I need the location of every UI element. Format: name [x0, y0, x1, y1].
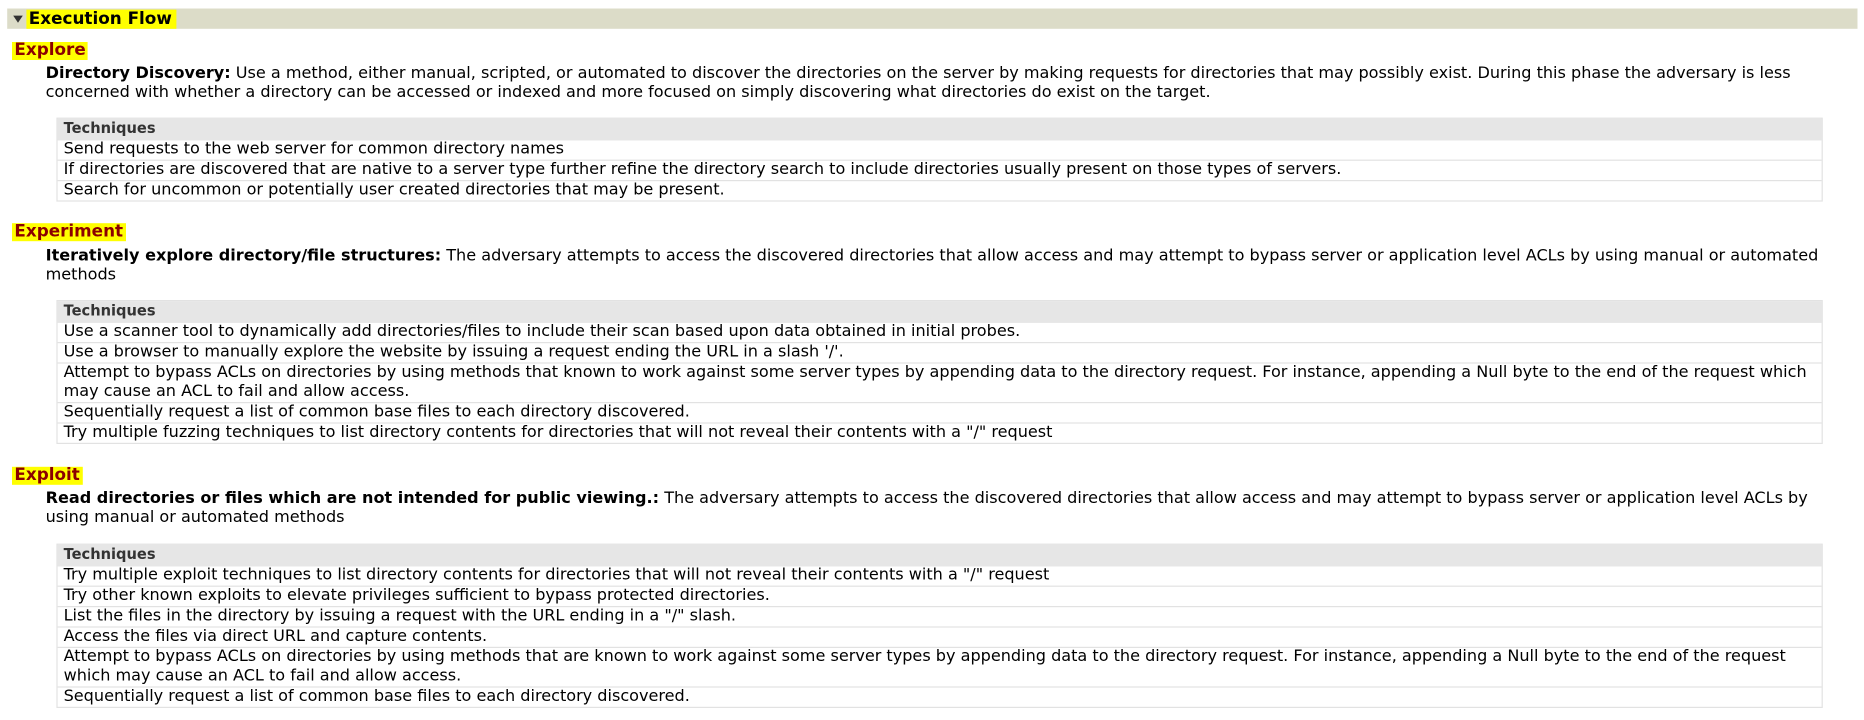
technique-row: Attempt to bypass ACLs on directories by… [57, 646, 1822, 687]
technique-row: List the files in the directory by issui… [57, 606, 1822, 626]
techniques-header: Techniques [57, 118, 1822, 140]
phase-exploit-description: Read directories or files which are not … [46, 490, 1834, 528]
technique-row: Send requests to the web server for comm… [57, 139, 1822, 159]
phase-experiment-label: Experiment [12, 223, 126, 242]
technique-row: If directories are discovered that are n… [57, 159, 1822, 180]
techniques-table-experiment: Techniques Use a scanner tool to dynamic… [56, 300, 1823, 445]
technique-row: Attempt to bypass ACLs on directories by… [57, 362, 1822, 402]
technique-row: Try multiple exploit techniques to list … [57, 565, 1822, 585]
triangle-down-icon[interactable] [10, 8, 27, 28]
techniques-table-explore: Techniques Send requests to the web serv… [56, 117, 1823, 202]
execution-flow-header[interactable]: Execution Flow [7, 8, 1858, 29]
techniques-header: Techniques [57, 301, 1822, 322]
technique-row: Use a scanner tool to dynamically add di… [57, 321, 1822, 342]
technique-row: Try multiple fuzzing techniques to list … [57, 422, 1822, 442]
technique-row: Access the files via direct URL and capt… [57, 626, 1822, 646]
techniques-table-exploit: Techniques Try multiple exploit techniqu… [56, 543, 1823, 708]
techniques-header: Techniques [57, 544, 1822, 566]
phase-explore-description: Directory Discovery: Use a method, eithe… [46, 65, 1834, 103]
phase-explore-label: Explore [12, 41, 89, 61]
step-title: Read directories or files which are not … [45, 489, 660, 508]
section-title: Execution Flow [26, 9, 177, 29]
technique-row: Use a browser to manually explore the we… [57, 342, 1822, 362]
phase-experiment-description: Iteratively explore directory/file struc… [46, 247, 1834, 285]
step-title: Directory Discovery: [45, 64, 231, 83]
technique-row: Sequentially request a list of common ba… [57, 402, 1822, 422]
technique-row: Sequentially request a list of common ba… [57, 686, 1822, 706]
technique-row: Search for uncommon or potentially user … [57, 180, 1822, 200]
step-title: Iteratively explore directory/file struc… [45, 247, 442, 266]
step-text: Use a method, either manual, scripted, o… [45, 64, 1791, 103]
phase-exploit-label: Exploit [12, 466, 83, 485]
technique-row: Try other known exploits to elevate priv… [57, 585, 1822, 606]
